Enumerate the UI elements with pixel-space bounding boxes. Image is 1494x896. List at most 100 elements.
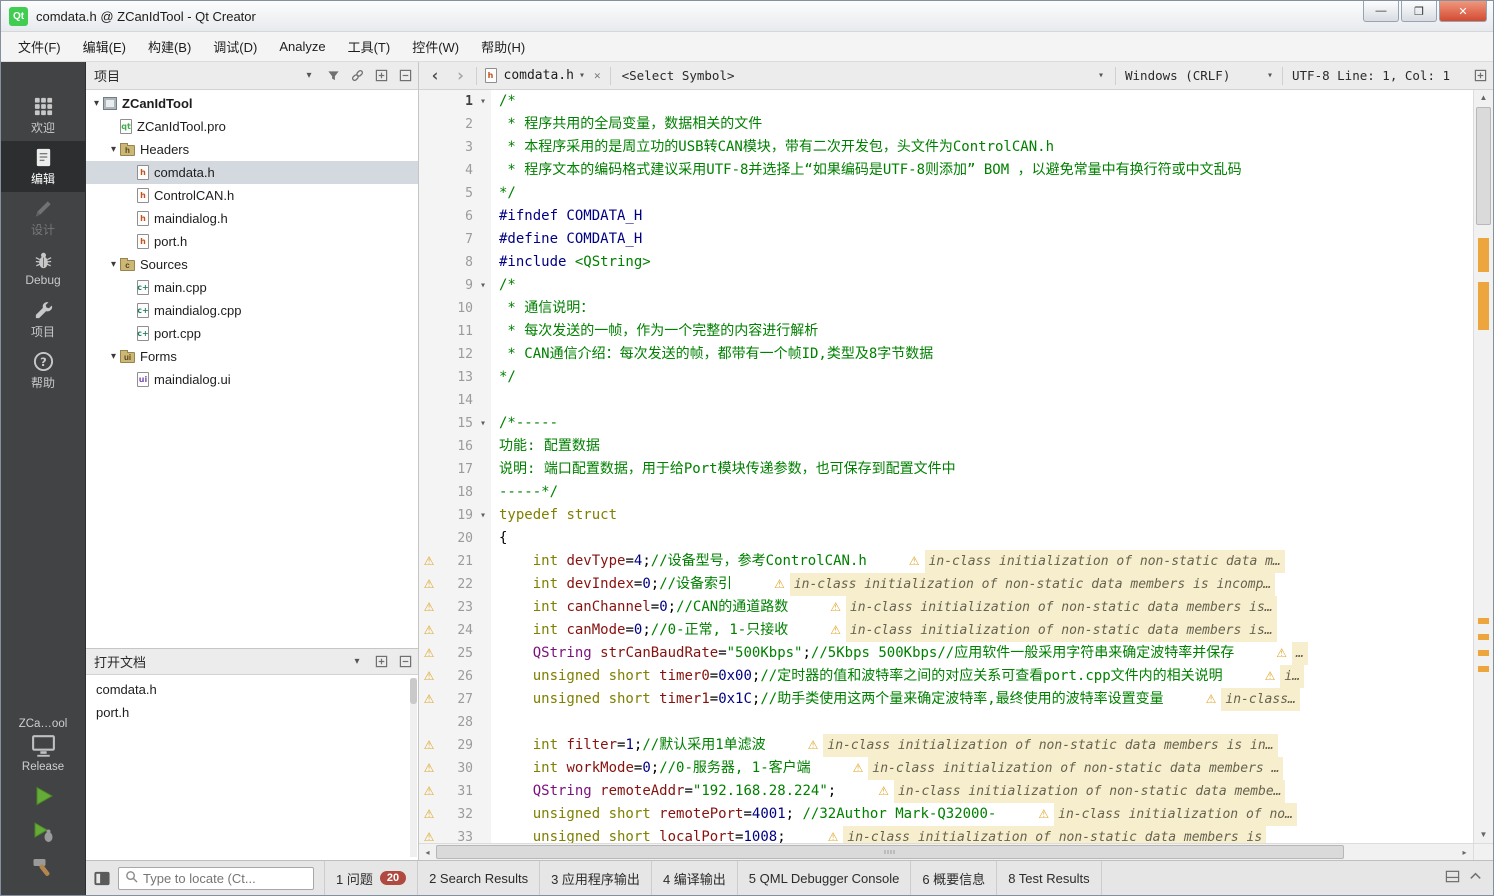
menu-item-2[interactable]: 编辑(E) [72, 32, 137, 61]
code-line-20[interactable]: 20{ [419, 527, 1473, 550]
code-line-29[interactable]: ⚠ 29 int filter=1;//默认采用1单滤波 ⚠ in-class ini… [419, 734, 1473, 757]
output-pane-button-1[interactable]: 1 问题 20 [324, 861, 417, 895]
scroll-up-icon[interactable]: ▲ [1474, 90, 1493, 106]
menu-item-1[interactable]: 文件(F) [7, 32, 72, 61]
code-line-25[interactable]: ⚠ 25 QString strCanBaudRate="500Kbps";//5… [419, 642, 1473, 665]
code-line-6[interactable]: 6 #ifndef COMDATA_H [419, 205, 1473, 228]
open-document-port.h[interactable]: port.h [86, 701, 418, 724]
tree-item[interactable]: h maindialog.h [86, 207, 418, 230]
scroll-right-icon[interactable]: ▸ [1456, 844, 1473, 860]
tree-item[interactable]: c+ port.cpp [86, 322, 418, 345]
menu-item-6[interactable]: 工具(T) [337, 32, 402, 61]
code-line-1[interactable]: 1 ▾/* [419, 90, 1473, 113]
mode-tab-Debug[interactable]: Debug [1, 243, 85, 294]
code-line-12[interactable]: 12 * CAN通信介绍：每次发送的帧，都带有一个帧ID,类型及8字节数据 [419, 343, 1473, 366]
code-line-8[interactable]: 8 #include <QString> [419, 251, 1473, 274]
code-line-32[interactable]: ⚠ 32 unsigned short remotePort=4001; //32… [419, 803, 1473, 826]
code-line-14[interactable]: 14 [419, 389, 1473, 412]
output-pane-button-3[interactable]: 3 应用程序输出 [539, 861, 651, 895]
tree-item[interactable]: ▾ c Sources [86, 253, 418, 276]
line-ending-selector[interactable]: Windows (CRLF) ▾ [1121, 68, 1277, 83]
code-area[interactable]: 1 ▾/* 2 * 程序共用的全局变量，数据相关的文件 3 * 本程序采用的是周立功的… [419, 90, 1473, 843]
code-line-15[interactable]: 15 ▾/*----- [419, 412, 1473, 435]
code-line-33[interactable]: ⚠ 33 unsigned short localPort=1008; ⚠ in-cl… [419, 826, 1473, 843]
split-panel-icon[interactable] [372, 67, 390, 85]
menu-item-7[interactable]: 控件(W) [401, 32, 470, 61]
open-documents-scrollbar[interactable] [410, 678, 417, 857]
expand-arrow-icon[interactable]: ▾ [107, 144, 120, 155]
expand-arrow-icon[interactable]: ▾ [90, 98, 103, 109]
tree-item[interactable]: h port.h [86, 230, 418, 253]
code-line-3[interactable]: 3 * 本程序采用的是周立功的USB转CAN模块，带有二次开发包，头文件为Con… [419, 136, 1473, 159]
mode-tab-帮助[interactable]: ? 帮助 [1, 345, 85, 396]
code-line-17[interactable]: 17 说明: 端口配置数据，用于给Port模块传递参数，也可保存到配置文件中 [419, 458, 1473, 481]
fold-marker-icon[interactable]: ▾ [475, 504, 491, 527]
code-line-23[interactable]: ⚠ 23 int canChannel=0;//CAN的通道路数 ⚠ in-class… [419, 596, 1473, 619]
mode-tab-编辑[interactable]: 编辑 [1, 141, 85, 192]
kit-selector[interactable]: ZCa…ool Release [1, 712, 85, 775]
output-pane-button-6[interactable]: 6 概要信息 [910, 861, 996, 895]
fold-marker-icon[interactable]: ▾ [475, 412, 491, 435]
close-document-icon[interactable]: ✕ [590, 69, 605, 82]
code-line-24[interactable]: ⚠ 24 int canMode=0;//0-正常, 1-只接收 ⚠ in-class… [419, 619, 1473, 642]
tree-item[interactable]: h comdata.h [86, 161, 418, 184]
chevron-down-icon[interactable]: ▾ [300, 67, 318, 85]
code-line-21[interactable]: ⚠ 21 int devType=4;//设备型号，参考ControlCAN.h ⚠… [419, 550, 1473, 573]
code-line-31[interactable]: ⚠ 31 QString remoteAddr="192.168.28.224";… [419, 780, 1473, 803]
close-button[interactable]: ✕ [1439, 1, 1487, 22]
editor-vertical-scrollbar[interactable]: ▲ ▼ [1473, 90, 1493, 843]
mode-tab-项目[interactable]: 项目 [1, 294, 85, 345]
output-panes-icon[interactable] [1445, 869, 1460, 887]
tree-item[interactable]: c+ main.cpp [86, 276, 418, 299]
code-line-18[interactable]: 18 -----*/ [419, 481, 1473, 504]
split-editor-icon[interactable] [1471, 67, 1489, 85]
menu-item-3[interactable]: 构建(B) [137, 32, 202, 61]
scrollbar-thumb[interactable] [436, 845, 1344, 859]
tree-item[interactable]: ▾ ZCanIdTool [86, 92, 418, 115]
code-line-16[interactable]: 16 功能: 配置数据 [419, 435, 1473, 458]
menu-item-5[interactable]: Analyze [268, 34, 336, 59]
tree-item[interactable]: ▾ h Headers [86, 138, 418, 161]
tree-item[interactable]: ▾ ui Forms [86, 345, 418, 368]
output-pane-button-4[interactable]: 4 编译输出 [650, 861, 737, 895]
fold-marker-icon[interactable]: ▾ [475, 274, 491, 297]
code-line-11[interactable]: 11 * 每次发送的一帧，作为一个完整的内容进行解析 [419, 320, 1473, 343]
code-line-10[interactable]: 10 * 通信说明： [419, 297, 1473, 320]
code-line-13[interactable]: 13 */ [419, 366, 1473, 389]
code-line-5[interactable]: 5 */ [419, 182, 1473, 205]
editor-horizontal-scrollbar[interactable]: ◂ ▸ [419, 843, 1473, 860]
tree-item[interactable]: c+ maindialog.cpp [86, 299, 418, 322]
code-line-28[interactable]: 28 [419, 711, 1473, 734]
scroll-left-icon[interactable]: ◂ [419, 844, 436, 860]
run-button[interactable] [30, 783, 56, 809]
expand-arrow-icon[interactable]: ▾ [107, 259, 120, 270]
chevron-down-icon[interactable]: ▾ [348, 653, 366, 671]
project-panel-title[interactable]: 项目 [94, 66, 120, 85]
tree-item[interactable]: h ControlCAN.h [86, 184, 418, 207]
menu-item-4[interactable]: 调试(D) [202, 32, 268, 61]
code-line-30[interactable]: ⚠ 30 int workMode=0;//0-服务器, 1-客户端 ⚠ in-cla… [419, 757, 1473, 780]
maximize-button[interactable]: ❐ [1401, 1, 1437, 22]
locator[interactable] [118, 866, 314, 890]
fold-marker-icon[interactable]: ▾ [475, 90, 491, 113]
output-pane-button-2[interactable]: 2 Search Results [417, 861, 539, 895]
sidebar-toggle-icon[interactable] [91, 868, 113, 888]
forward-button[interactable]: › [450, 64, 470, 88]
scroll-down-icon[interactable]: ▼ [1474, 827, 1493, 843]
open-document-comdata.h[interactable]: comdata.h [86, 678, 418, 701]
mode-tab-欢迎[interactable]: 欢迎 [1, 90, 85, 141]
menu-item-8[interactable]: 帮助(H) [470, 32, 536, 61]
document-dropdown-icon[interactable]: ▾ [579, 70, 585, 81]
filter-icon[interactable] [324, 67, 342, 85]
code-line-22[interactable]: ⚠ 22 int devIndex=0;//设备索引 ⚠ in-class initi… [419, 573, 1473, 596]
expand-panel-icon[interactable] [1468, 869, 1483, 887]
symbol-selector[interactable]: <Select Symbol> ▾ [616, 68, 1110, 83]
code-line-9[interactable]: 9 ▾/* [419, 274, 1473, 297]
close-panel-icon[interactable] [396, 653, 414, 671]
code-line-27[interactable]: ⚠ 27 unsigned short timer1=0x1C;//助手类使用这两… [419, 688, 1473, 711]
tree-item[interactable]: ui maindialog.ui [86, 368, 418, 391]
title-bar[interactable]: Qt comdata.h @ ZCanIdTool - Qt Creator —… [1, 1, 1493, 32]
output-pane-button-7[interactable]: 8 Test Results [996, 861, 1102, 895]
split-panel-icon[interactable] [372, 653, 390, 671]
debug-run-button[interactable] [30, 819, 56, 845]
